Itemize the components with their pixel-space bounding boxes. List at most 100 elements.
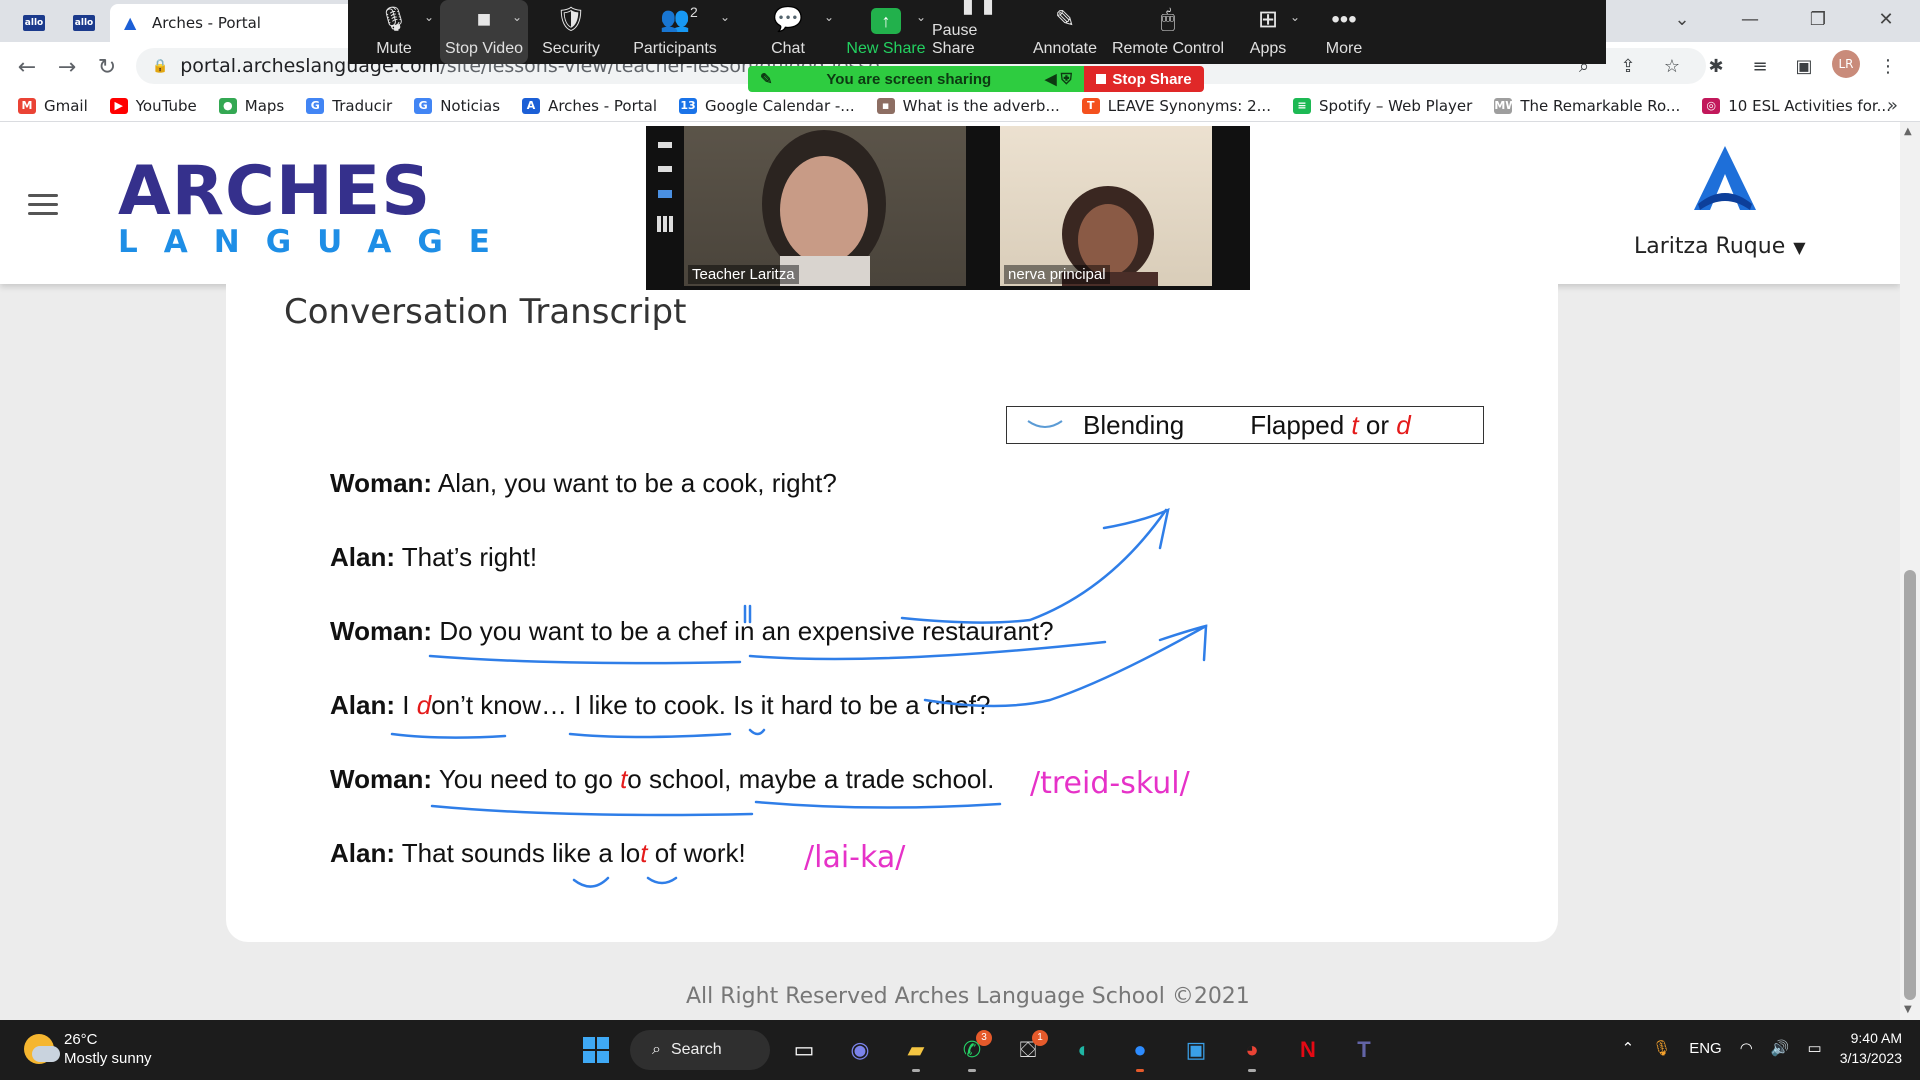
bookmark-item[interactable]: MW The Remarkable Ro... — [1494, 97, 1680, 115]
chevron-up-icon[interactable]: ⌃ — [1622, 1039, 1635, 1057]
zoom-apps-button[interactable]: ⊞ Apps ⌄ — [1230, 0, 1306, 64]
netflix-icon[interactable]: N — [1286, 1028, 1330, 1072]
legend-flapped: Flapped t or d — [1250, 409, 1411, 440]
grid-view-icon[interactable] — [657, 216, 673, 232]
edge-icon[interactable]: ◐ — [1062, 1028, 1106, 1072]
scroll-up-icon[interactable]: ▲ — [1904, 126, 1912, 137]
video-chat-icon[interactable]: ◉ — [838, 1028, 882, 1072]
bookmark-favicon-icon: G — [414, 97, 433, 114]
minimize-icon[interactable] — [658, 142, 672, 148]
participant-video — [762, 130, 886, 286]
transcript-line: Alan: That’s right! — [330, 542, 538, 572]
stop-share-button[interactable]: Stop Share — [1084, 66, 1204, 92]
chrome-icon[interactable]: ◕ — [1230, 1028, 1274, 1072]
zoom-pause-share-button[interactable]: ❚❚ Pause Share — [932, 0, 1024, 64]
chevron-down-icon[interactable]: ⌄ — [824, 10, 834, 24]
close-button[interactable]: ✕ — [1852, 0, 1920, 38]
bookmark-item[interactable]: ● Maps — [218, 96, 285, 115]
user-menu[interactable]: Laritza Ruque ▼ — [1634, 234, 1806, 259]
bookmark-label: Maps — [244, 96, 285, 115]
teams-icon[interactable]: T — [1342, 1028, 1386, 1072]
chevron-down-icon[interactable]: ⌄ — [1290, 10, 1300, 24]
zoom-remote-control-button[interactable]: 🖱 Remote Control — [1106, 0, 1230, 64]
scroll-thumb[interactable] — [1904, 570, 1916, 1000]
pinned-tab-2[interactable]: allo — [58, 6, 110, 40]
chevron-down-icon[interactable]: ⌄ — [424, 10, 434, 24]
zoom-new-share-button[interactable]: ↑ New Share ⌄ — [840, 0, 932, 64]
start-button[interactable] — [574, 1028, 618, 1072]
extensions-icon[interactable]: ✱ — [1700, 50, 1732, 82]
bookmark-item[interactable]: ≡ Spotify – Web Player — [1292, 97, 1472, 115]
bookmark-item[interactable]: G Noticias — [414, 97, 500, 115]
back-button[interactable]: ← — [10, 50, 44, 84]
strip-view-icon[interactable] — [658, 190, 672, 198]
bookmark-item[interactable]: T LEAVE Synonyms: 2... — [1081, 97, 1271, 115]
zoom-icon[interactable]: ● — [1118, 1028, 1162, 1072]
media-icon[interactable]: ≡ — [1744, 50, 1776, 82]
bookmark-item[interactable]: A Arches - Portal — [522, 97, 657, 115]
zoom-chat-button[interactable]: 💬 Chat ⌄ — [736, 0, 840, 64]
taskbar-search[interactable]: ⌕ Search — [630, 1030, 770, 1070]
zoom-mute-button[interactable]: 🎙 Mute ⌄ — [348, 0, 440, 64]
zoom-button-label: New Share — [846, 40, 926, 57]
zoom-stop-video-button[interactable]: ■ Stop Video ⌄ — [440, 0, 528, 64]
microphone-icon[interactable]: 🎙 — [1652, 1039, 1671, 1057]
single-view-icon[interactable] — [658, 166, 672, 172]
taskbar-apps: ⌕ Search ▭ ◉ ▰ ✆ 3 ⛋ 1 ◐ ● ▣ ◕ N T — [574, 1028, 1386, 1072]
zoom-security-button[interactable]: 🛡 Security — [528, 0, 614, 64]
chevron-down-icon[interactable]: ⌄ — [512, 10, 522, 24]
pinned-tab-1[interactable]: allo — [8, 6, 60, 40]
zoom-video-panel[interactable]: Teacher Laritza nerva principal — [646, 126, 1250, 290]
participant-count-badge: 2 — [690, 4, 698, 20]
bookmarks-overflow-icon[interactable]: » — [1887, 95, 1898, 116]
participant-name: Teacher Laritza — [688, 265, 799, 284]
bookmark-item[interactable]: M Gmail — [18, 97, 88, 115]
task-view-icon[interactable]: ▭ — [782, 1028, 826, 1072]
toolbar-icons: ⌕ ⇪ ☆ ✱ ≡ ▣ LR ⋮ — [1568, 50, 1904, 82]
bookmark-item[interactable]: ▪ What is the adverb... — [876, 97, 1060, 115]
bookmark-favicon-icon: 13 — [679, 97, 698, 114]
scroll-down-icon[interactable]: ▼ — [1904, 1004, 1912, 1015]
bookmark-label: Arches - Portal — [548, 96, 658, 115]
weather-widget[interactable]: 26°C Mostly sunny — [24, 1030, 152, 1068]
remote-desktop-icon[interactable]: ▣ — [1174, 1028, 1218, 1072]
star-icon[interactable]: ☆ — [1656, 50, 1688, 82]
chevron-down-icon[interactable]: ⌄ — [916, 10, 926, 24]
bookmark-item[interactable]: 13 Google Calendar -... — [679, 97, 855, 115]
sidepanel-icon[interactable]: ▣ — [1788, 50, 1820, 82]
language-indicator[interactable]: ENG — [1689, 1040, 1722, 1057]
bookmark-item[interactable]: ◎ 10 ESL Activities for... — [1702, 97, 1891, 115]
zoom-participants-button[interactable]: 👥 Participants ⌄ 2 — [614, 0, 736, 64]
share-icon[interactable]: ⇪ — [1612, 50, 1644, 82]
participant-tile[interactable]: nerva principal — [1000, 126, 1212, 286]
whatsapp-icon[interactable]: ✆ 3 — [950, 1028, 994, 1072]
battery-icon[interactable]: ▭ — [1808, 1039, 1822, 1057]
zoom-annotate-button[interactable]: ✎ Annotate — [1024, 0, 1106, 64]
reload-button[interactable]: ↻ — [90, 50, 124, 84]
bookmark-favicon-icon: T — [1081, 97, 1100, 114]
clock[interactable]: 9:40 AM 3/13/2023 — [1840, 1028, 1902, 1068]
bookmark-item[interactable]: G Traducir — [306, 97, 392, 115]
forward-button[interactable]: → — [50, 50, 84, 84]
minimize-button[interactable]: — — [1716, 0, 1784, 38]
volume-icon[interactable]: 🔊 — [1771, 1039, 1790, 1057]
file-explorer-icon[interactable]: ▰ — [894, 1028, 938, 1072]
bookmark-item[interactable]: ▶ YouTube — [109, 97, 197, 115]
wifi-icon[interactable]: ◠ — [1740, 1039, 1753, 1057]
screen-sharing-status[interactable]: ✎ You are screen sharing ◀ ⛨ — [748, 66, 1084, 92]
store-icon[interactable]: ⛋ 1 — [1006, 1028, 1050, 1072]
restore-button[interactable]: ❐ — [1784, 0, 1852, 38]
chevron-down-icon[interactable]: ⌄ — [1648, 0, 1716, 38]
page-scrollbar[interactable]: ▲ ▼ — [1900, 122, 1920, 1020]
profile-avatar[interactable]: LR — [1832, 50, 1860, 78]
chevron-down-icon[interactable]: ⌄ — [720, 10, 730, 24]
speaker-shield-icon: ◀ ⛨ — [1045, 71, 1072, 88]
zoom-more-button[interactable]: ••• More — [1306, 0, 1382, 64]
logo-arches[interactable]: ARCHES — [118, 152, 431, 231]
bookmark-favicon-icon: ≡ — [1292, 97, 1311, 114]
menu-kebab-icon[interactable]: ⋮ — [1872, 50, 1904, 82]
zoom-pause-share-icon: ❚❚ — [957, 0, 999, 15]
participant-tile[interactable]: Teacher Laritza — [684, 126, 966, 286]
hamburger-menu-icon[interactable] — [28, 194, 58, 221]
tab-arches-portal[interactable]: ▲ Arches - Portal — [110, 4, 360, 42]
